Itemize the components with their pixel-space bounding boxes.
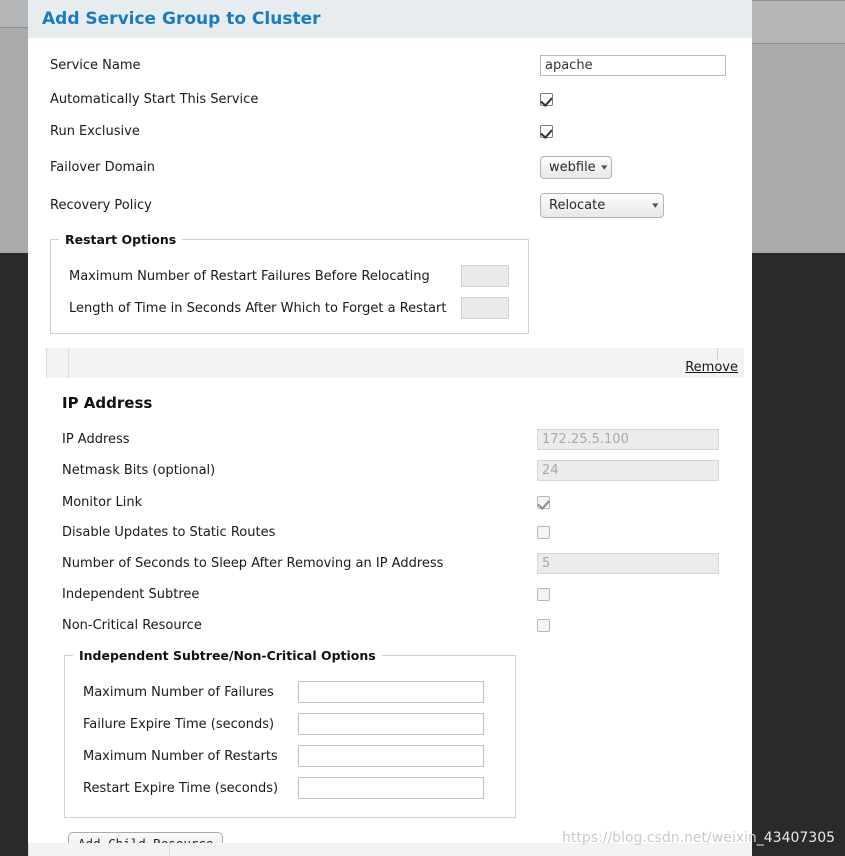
dialog-header: Add Service Group to Cluster [28, 0, 752, 38]
run-exclusive-label: Run Exclusive [50, 123, 140, 139]
disable-static-routes-label: Disable Updates to Static Routes [62, 524, 276, 540]
field-row-max-failures: Maximum Number of Failures [65, 681, 515, 703]
recovery-policy-control: Relocate ▾ [540, 193, 752, 218]
max-failures-label: Maximum Number of Failures [83, 684, 274, 700]
failover-domain-control: webfile ▾ [540, 156, 752, 179]
restart-expire-input[interactable] [298, 777, 484, 799]
add-service-group-dialog: Add Service Group to Cluster Service Nam… [28, 0, 752, 856]
field-row-failover-domain: Failover Domain webfile ▾ [50, 156, 752, 179]
non-critical-resource-label: Non-Critical Resource [62, 617, 202, 633]
page-title: Add Service Group to Cluster [42, 9, 321, 29]
recovery-policy-label: Recovery Policy [50, 198, 152, 213]
restart-options-legend: Restart Options [65, 232, 177, 247]
backdrop-left-gray [0, 0, 28, 253]
field-row-non-critical-resource: Non-Critical Resource [62, 614, 752, 636]
non-critical-resource-checkbox[interactable] [537, 618, 550, 632]
monitor-link-checkbox[interactable] [537, 495, 550, 509]
sleep-seconds-label: Number of Seconds to Sleep After Removin… [62, 555, 444, 571]
max-restart-failures-input[interactable] [461, 265, 509, 287]
field-row-monitor-link: Monitor Link [62, 491, 752, 513]
monitor-link-label: Monitor Link [62, 494, 143, 510]
failure-expire-input[interactable] [298, 713, 484, 735]
service-name-input[interactable] [540, 54, 726, 76]
disable-static-routes-checkbox[interactable] [537, 525, 550, 539]
failover-domain-select[interactable]: webfile ▾ [540, 156, 612, 179]
max-restart-failures-label: Maximum Number of Restart Failures Befor… [69, 268, 430, 284]
recovery-policy-selected-value: Relocate [549, 198, 606, 213]
dialog-footer-strip [28, 843, 752, 856]
netmask-bits-label: Netmask Bits (optional) [62, 462, 216, 478]
subtree-options-group: Independent Subtree/Non-Critical Options… [64, 648, 516, 818]
netmask-bits-input[interactable] [537, 459, 719, 481]
auto-start-control [540, 92, 752, 107]
ip-address-input[interactable] [537, 428, 719, 450]
failover-domain-label: Failover Domain [50, 160, 156, 175]
service-name-control [540, 54, 752, 76]
restart-options-group: Restart Options Maximum Number of Restar… [50, 232, 529, 334]
auto-start-checkbox[interactable] [540, 92, 553, 106]
independent-subtree-checkbox[interactable] [537, 587, 550, 601]
backdrop-right-gray-toolbar [752, 0, 845, 44]
run-exclusive-control [540, 124, 752, 139]
field-row-netmask-bits: Netmask Bits (optional) [62, 459, 752, 481]
max-failures-input[interactable] [298, 681, 484, 703]
chevron-down-icon: ▾ [652, 200, 659, 211]
remove-resource-link[interactable]: Remove [685, 360, 738, 375]
recovery-policy-select[interactable]: Relocate ▾ [540, 193, 664, 218]
field-row-auto-start: Automatically Start This Service [50, 88, 752, 110]
resource-toolbar-divider [68, 348, 69, 378]
field-row-run-exclusive: Run Exclusive [50, 120, 752, 142]
field-row-restart-expire: Restart Expire Time (seconds) [65, 777, 515, 799]
restart-expire-label: Restart Expire Time (seconds) [83, 780, 279, 796]
failover-domain-selected-value: webfile [549, 160, 596, 175]
field-row-forget-restart: Length of Time in Seconds After Which to… [51, 297, 528, 319]
ip-address-label: IP Address [62, 431, 130, 447]
independent-subtree-label: Independent Subtree [62, 586, 200, 602]
field-row-sleep-seconds: Number of Seconds to Sleep After Removin… [62, 552, 752, 574]
field-row-max-restart-failures: Maximum Number of Restart Failures Befor… [51, 265, 528, 287]
dialog-body: Service Name Automatically Start This Se… [28, 38, 752, 855]
sleep-seconds-input[interactable] [537, 552, 719, 574]
auto-start-label: Automatically Start This Service [50, 91, 259, 107]
ip-address-section: IP Address IP Address Netmask Bits (opti… [28, 378, 752, 636]
forget-restart-label: Length of Time in Seconds After Which to… [69, 300, 447, 316]
field-row-ip-address: IP Address [62, 428, 752, 450]
field-row-max-restarts: Maximum Number of Restarts [65, 745, 515, 767]
service-form: Service Name Automatically Start This Se… [28, 38, 752, 218]
backdrop-left-gray-toolbar [0, 0, 28, 28]
service-name-label: Service Name [50, 57, 141, 73]
subtree-options-legend: Independent Subtree/Non-Critical Options [79, 648, 376, 663]
footer-strip-divider [169, 843, 170, 856]
failure-expire-label: Failure Expire Time (seconds) [83, 716, 275, 732]
backdrop-right-dark [752, 253, 845, 856]
field-row-recovery-policy: Recovery Policy Relocate ▾ [50, 193, 752, 218]
field-row-independent-subtree: Independent Subtree [62, 583, 752, 605]
resource-toolbar: Remove [46, 348, 744, 378]
ip-address-section-title: IP Address [62, 394, 153, 412]
resource-toolbar-tick [717, 348, 718, 360]
max-restarts-label: Maximum Number of Restarts [83, 748, 278, 764]
max-restarts-input[interactable] [298, 745, 484, 767]
field-row-failure-expire: Failure Expire Time (seconds) [65, 713, 515, 735]
forget-restart-input[interactable] [461, 297, 509, 319]
backdrop-left-dark [0, 253, 28, 856]
field-row-disable-static-routes: Disable Updates to Static Routes [62, 521, 752, 543]
chevron-down-icon: ▾ [600, 162, 608, 173]
run-exclusive-checkbox[interactable] [540, 124, 553, 138]
field-row-service-name: Service Name [50, 54, 752, 76]
